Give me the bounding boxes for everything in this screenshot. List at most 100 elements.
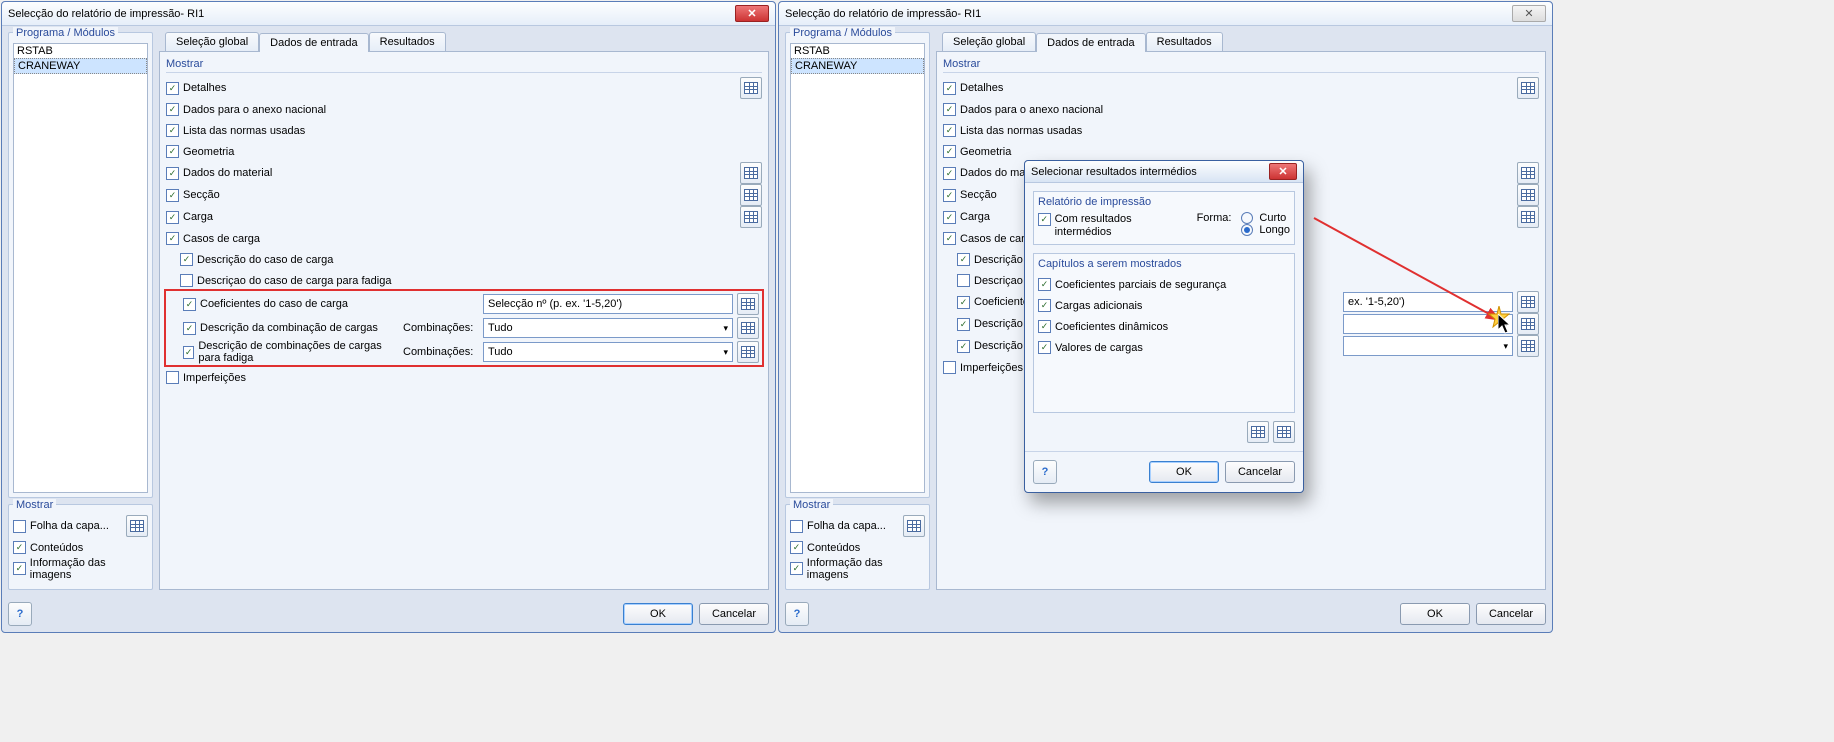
checkbox[interactable]: [180, 253, 193, 266]
checkbox[interactable]: [1038, 278, 1051, 291]
checkbox[interactable]: [943, 232, 956, 245]
checkbox[interactable]: [943, 189, 956, 202]
checkbox[interactable]: [166, 232, 179, 245]
section-button[interactable]: [740, 184, 762, 206]
comb-details-button[interactable]: [1517, 313, 1539, 335]
close-icon[interactable]: ✕: [735, 5, 769, 22]
desc-case-label: Descrição do caso de carga: [197, 254, 333, 266]
checkbox[interactable]: [13, 520, 26, 533]
checkbox[interactable]: [943, 361, 956, 374]
checkbox[interactable]: [166, 124, 179, 137]
comb-fatigue-details-button[interactable]: [1517, 335, 1539, 357]
grid-icon: [744, 82, 758, 94]
load-button[interactable]: [1517, 206, 1539, 228]
help-button[interactable]: ?: [8, 602, 32, 626]
modules-title: Programa / Módulos: [13, 27, 118, 39]
section-label: Secção: [960, 189, 997, 201]
desc-comb-fatigue-label: Descrição de combinações de cargas para …: [198, 340, 403, 364]
comb-fatigue-select[interactable]: ▾: [1343, 336, 1513, 356]
comb-fatigue-select[interactable]: Tudo▾: [483, 342, 733, 362]
section-button[interactable]: [1517, 184, 1539, 206]
entry-panel: Mostrar Detalhes Dados para o anexo naci…: [159, 51, 769, 590]
ok-button[interactable]: OK: [1400, 603, 1470, 625]
ok-button[interactable]: OK: [1149, 461, 1219, 483]
tab-global[interactable]: Seleção global: [942, 32, 1036, 51]
checkbox[interactable]: [1038, 299, 1051, 312]
material-button[interactable]: [740, 162, 762, 184]
checkbox[interactable]: [166, 371, 179, 384]
help-button[interactable]: ?: [785, 602, 809, 626]
settings-button[interactable]: [903, 515, 925, 537]
comb-select[interactable]: Tudo▾: [483, 318, 733, 338]
checkbox[interactable]: [166, 211, 179, 224]
list-item[interactable]: RSTAB: [14, 44, 147, 58]
checkbox[interactable]: [943, 124, 956, 137]
close-icon[interactable]: ✕: [1269, 163, 1297, 180]
tab-entrada[interactable]: Dados de entrada: [1036, 33, 1145, 52]
checkbox[interactable]: [943, 145, 956, 158]
checkbox[interactable]: [13, 541, 26, 554]
cancel-button[interactable]: Cancelar: [1225, 461, 1295, 483]
list-item[interactable]: RSTAB: [791, 44, 924, 58]
details-button[interactable]: [740, 77, 762, 99]
checkbox[interactable]: [1038, 341, 1051, 354]
coef-details-button[interactable]: [737, 293, 759, 315]
checkbox[interactable]: [180, 274, 193, 287]
checkbox[interactable]: [790, 520, 803, 533]
tab-resultados[interactable]: Resultados: [1146, 32, 1223, 51]
checkbox[interactable]: [13, 562, 26, 575]
checkbox[interactable]: [957, 318, 970, 331]
checkbox[interactable]: [166, 145, 179, 158]
load-button[interactable]: [740, 206, 762, 228]
checkbox[interactable]: [957, 274, 970, 287]
tab-entrada[interactable]: Dados de entrada: [259, 33, 368, 52]
checkbox[interactable]: [183, 346, 194, 359]
list-item[interactable]: CRANEWAY: [791, 58, 924, 74]
checkbox[interactable]: [790, 562, 803, 575]
grid-icon: [1521, 211, 1535, 223]
checkbox[interactable]: [943, 211, 956, 224]
cancel-button[interactable]: Cancelar: [699, 603, 769, 625]
tab-resultados[interactable]: Resultados: [369, 32, 446, 51]
checkbox[interactable]: [957, 253, 970, 266]
settings-button[interactable]: [126, 515, 148, 537]
checkbox[interactable]: [957, 340, 970, 353]
checkbox[interactable]: [166, 167, 179, 180]
select-all-button[interactable]: [1247, 421, 1269, 443]
checkbox[interactable]: [943, 103, 956, 116]
cursor-icon: [1498, 314, 1514, 336]
deselect-all-button[interactable]: [1273, 421, 1295, 443]
selection-input[interactable]: Selecção nº (p. ex. '1-5,20'): [483, 294, 733, 314]
comb-details-button[interactable]: [737, 317, 759, 339]
checkbox[interactable]: [943, 82, 956, 95]
ok-button[interactable]: OK: [623, 603, 693, 625]
modules-list[interactable]: RSTAB CRANEWAY: [13, 43, 148, 493]
radio-long[interactable]: [1241, 224, 1253, 236]
checkbox[interactable]: [183, 298, 196, 311]
chapters-title: Capítulos a serem mostrados: [1038, 258, 1290, 270]
grid-icon: [744, 189, 758, 201]
checkbox[interactable]: [1038, 320, 1051, 333]
print-report-group: Relatório de impressão Com resultados in…: [1033, 191, 1295, 245]
help-button[interactable]: ?: [1033, 460, 1057, 484]
checkbox[interactable]: [166, 103, 179, 116]
checkbox[interactable]: [790, 541, 803, 554]
close-icon[interactable]: ✕: [1512, 5, 1546, 22]
details-button[interactable]: [1517, 77, 1539, 99]
checkbox[interactable]: [166, 189, 179, 202]
checkbox[interactable]: [166, 82, 179, 95]
checkbox[interactable]: [183, 322, 196, 335]
load-label: Carga: [960, 211, 990, 223]
show-left-group: Mostrar Folha da capa... Conteúdos Infor…: [8, 504, 153, 590]
cancel-button[interactable]: Cancelar: [1476, 603, 1546, 625]
checkbox[interactable]: [1038, 213, 1051, 226]
tab-global[interactable]: Seleção global: [165, 32, 259, 51]
modules-list[interactable]: RSTAB CRANEWAY: [790, 43, 925, 493]
checkbox[interactable]: [943, 167, 956, 180]
list-item[interactable]: CRANEWAY: [14, 58, 147, 74]
material-button[interactable]: [1517, 162, 1539, 184]
radio-short[interactable]: [1241, 212, 1253, 224]
checkbox[interactable]: [957, 296, 970, 309]
comb-fatigue-details-button[interactable]: [737, 341, 759, 363]
coef-details-button[interactable]: [1517, 291, 1539, 313]
